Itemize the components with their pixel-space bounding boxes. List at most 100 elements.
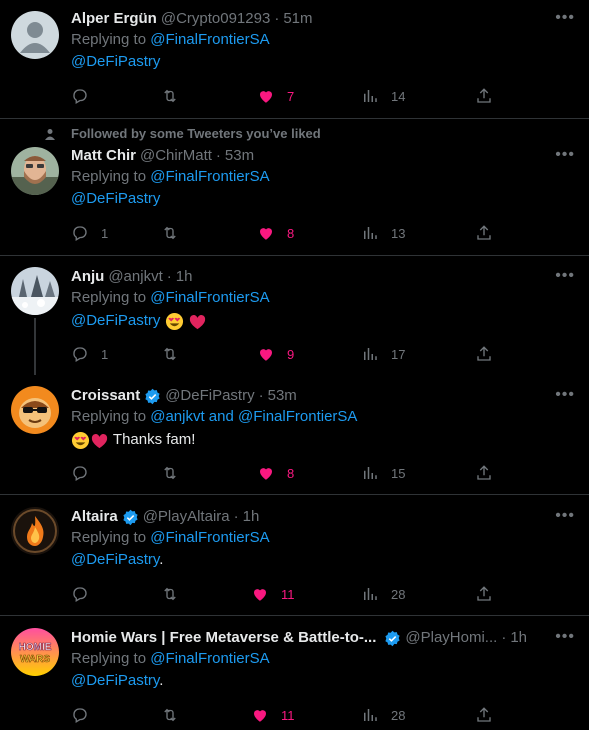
replying-to: Replying to @FinalFrontierSA xyxy=(71,29,575,51)
share-button[interactable] xyxy=(475,584,493,604)
replying-prefix: Replying to xyxy=(71,289,147,306)
like-count: 8 xyxy=(287,465,295,481)
logo-text-line-2: WARS xyxy=(20,654,50,665)
author-handle[interactable]: @anjkvt xyxy=(108,267,162,287)
author-name[interactable]: Anju xyxy=(71,267,104,287)
author-name[interactable]: Homie Wars | Free Metaverse & Battle-to-… xyxy=(71,628,376,648)
body-mention[interactable]: @DeFiPastry xyxy=(71,551,159,568)
retweet-button[interactable] xyxy=(161,584,191,604)
like-button[interactable]: 8 xyxy=(257,463,294,483)
timestamp[interactable]: 51m xyxy=(283,9,312,29)
retweet-button[interactable] xyxy=(161,463,191,483)
bearded-man-avatar[interactable] xyxy=(11,147,59,195)
reply-button[interactable] xyxy=(71,463,101,483)
like-count: 11 xyxy=(281,586,295,602)
more-options-icon[interactable]: ••• xyxy=(555,628,575,646)
homie-wars-logo-avatar[interactable]: HOMIE WARS xyxy=(11,628,59,676)
reply-button[interactable]: 1 xyxy=(71,223,108,243)
reply-button[interactable] xyxy=(71,86,101,106)
timestamp[interactable]: 1h xyxy=(243,507,260,527)
views-button[interactable]: 28 xyxy=(361,705,405,725)
verified-badge-icon xyxy=(385,630,400,646)
timestamp[interactable]: 1h xyxy=(510,628,527,648)
tweet-content: Croissant @DeFiPastry · 53m ••• Replying… xyxy=(71,386,575,452)
default-avatar[interactable] xyxy=(11,11,59,59)
author-name[interactable]: Matt Chir xyxy=(71,146,136,166)
replying-to-mention[interactable]: @anjkvt and @FinalFrontierSA xyxy=(150,408,357,425)
author-handle[interactable]: @PlayHomi... xyxy=(405,628,497,648)
body-mention[interactable]: @DeFiPastry xyxy=(71,53,160,70)
more-options-icon[interactable]: ••• xyxy=(555,267,575,285)
author-handle[interactable]: @PlayAltaira xyxy=(143,507,230,527)
retweet-button[interactable] xyxy=(161,86,191,106)
author-handle[interactable]: @DeFiPastry xyxy=(165,386,254,406)
share-button[interactable] xyxy=(475,344,493,364)
view-count: 13 xyxy=(391,225,406,241)
heart-icon xyxy=(254,710,266,722)
timestamp[interactable]: 1h xyxy=(176,267,193,287)
like-count: 8 xyxy=(287,225,295,241)
more-options-icon[interactable]: ••• xyxy=(555,9,575,27)
view-count: 15 xyxy=(391,465,406,481)
share-icon xyxy=(477,586,491,601)
like-button[interactable]: 9 xyxy=(257,344,294,364)
views-button[interactable]: 14 xyxy=(361,86,405,106)
like-button[interactable]: 11 xyxy=(251,705,295,725)
author-name[interactable]: Altaira xyxy=(71,507,118,527)
more-options-icon[interactable]: ••• xyxy=(555,386,575,404)
tweet-header: Alper Ergün @Crypto091293 · 51m xyxy=(71,9,575,29)
tweet-actions: 1 9 17 xyxy=(71,344,511,364)
body-suffix: . xyxy=(159,672,164,689)
tweet[interactable]: Alper Ergün @Crypto091293 · 51m ••• Repl… xyxy=(0,0,589,119)
views-button[interactable]: 17 xyxy=(361,344,405,364)
replying-to-mention[interactable]: @FinalFrontierSA xyxy=(150,650,269,667)
share-button[interactable] xyxy=(475,223,493,243)
heart-eyes-emoji xyxy=(71,431,90,449)
snowy-landscape-avatar[interactable] xyxy=(11,267,59,315)
retweet-button[interactable] xyxy=(161,344,191,364)
body-mention[interactable]: @DeFiPastry xyxy=(71,190,160,207)
heart-icon xyxy=(260,468,272,480)
like-button[interactable]: 7 xyxy=(257,86,294,106)
views-button[interactable]: 28 xyxy=(361,584,405,604)
body-mention[interactable]: @DeFiPastry xyxy=(71,672,159,689)
share-button[interactable] xyxy=(475,86,493,106)
like-button[interactable]: 11 xyxy=(251,584,295,604)
views-button[interactable]: 13 xyxy=(361,223,405,243)
flame-logo-avatar[interactable] xyxy=(11,507,59,555)
body-mention[interactable]: @DeFiPastry xyxy=(71,312,160,329)
replying-to-mention[interactable]: @FinalFrontierSA xyxy=(150,289,269,306)
body-suffix: . xyxy=(159,551,164,568)
tweet-header: Altaira @PlayAltaira · 1h xyxy=(71,507,575,527)
tweet-body: Thanks fam! xyxy=(71,428,575,452)
timestamp[interactable]: 53m xyxy=(225,146,254,166)
like-button[interactable]: 8 xyxy=(257,223,294,243)
reply-button[interactable] xyxy=(71,705,101,725)
reply-button[interactable] xyxy=(71,584,101,604)
replying-to-mention[interactable]: @FinalFrontierSA xyxy=(150,31,269,48)
reply-button[interactable]: 1 xyxy=(71,344,108,364)
reply-icon xyxy=(73,226,87,241)
replying-to-mention[interactable]: @FinalFrontierSA xyxy=(150,168,269,185)
replying-prefix: Replying to xyxy=(71,408,147,425)
reply-feed: Alper Ergün @Crypto091293 · 51m ••• Repl… xyxy=(0,0,589,730)
views-button[interactable]: 15 xyxy=(361,463,405,483)
person-icon xyxy=(45,128,55,140)
croissant-sunglasses-avatar[interactable] xyxy=(11,386,59,434)
more-options-icon[interactable]: ••• xyxy=(555,507,575,525)
share-button[interactable] xyxy=(475,705,493,725)
logo-text-line-1: HOMIE xyxy=(19,642,52,653)
author-handle[interactable]: @Crypto091293 xyxy=(161,9,270,29)
share-button[interactable] xyxy=(475,463,493,483)
replying-to-mention[interactable]: @FinalFrontierSA xyxy=(150,529,269,546)
author-handle[interactable]: @ChirMatt xyxy=(140,146,212,166)
heart-eyes-emoji xyxy=(165,312,183,330)
retweet-button[interactable] xyxy=(161,223,191,243)
view-count: 14 xyxy=(391,88,406,104)
author-name[interactable]: Croissant xyxy=(71,386,140,406)
heart-icon xyxy=(254,589,266,601)
retweet-button[interactable] xyxy=(161,705,191,725)
timestamp[interactable]: 53m xyxy=(268,386,297,406)
more-options-icon[interactable]: ••• xyxy=(555,146,575,164)
author-name[interactable]: Alper Ergün xyxy=(71,9,157,29)
